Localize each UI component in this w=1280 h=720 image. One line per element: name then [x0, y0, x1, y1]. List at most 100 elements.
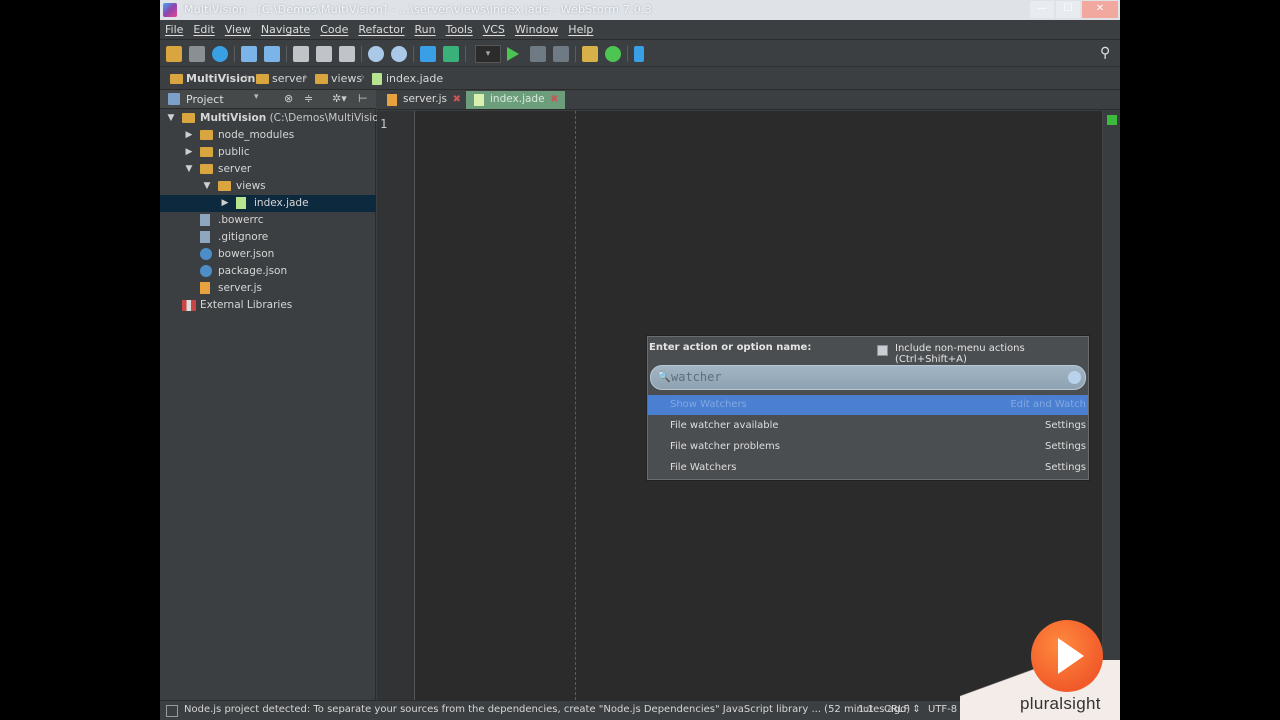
menu-code[interactable]: Code [315, 20, 353, 36]
run-config-dropdown[interactable]: ▾ [475, 45, 501, 63]
tree-item[interactable]: ▼ views [160, 178, 376, 195]
cut-icon[interactable] [293, 46, 309, 62]
copy-icon[interactable] [316, 46, 332, 62]
scroll-from-source-icon[interactable]: ⊗ [284, 92, 293, 105]
collapsed-arrow-icon[interactable]: ▶ [184, 144, 194, 160]
menu-tools[interactable]: Tools [441, 20, 478, 36]
caret-position[interactable]: 1:1 [858, 704, 874, 715]
breadcrumb-views[interactable]: views [315, 72, 362, 87]
menu-edit[interactable]: Edit [188, 20, 219, 36]
menu-window[interactable]: Window [510, 20, 563, 36]
tab-index-jade[interactable]: index.jade ✖ [466, 91, 565, 109]
menu-view[interactable]: View [220, 20, 256, 36]
open-folder-icon[interactable] [166, 46, 182, 62]
close-button[interactable]: ✕ [1082, 1, 1118, 18]
tab-server-js[interactable]: server.js ✖ [379, 91, 467, 109]
tree-item[interactable]: ▶ node_modules [160, 127, 376, 144]
settings-icon[interactable] [582, 46, 598, 62]
tree-item[interactable]: server.js [160, 280, 376, 297]
breadcrumb-project[interactable]: MultiVision [170, 72, 255, 87]
tree-item[interactable]: ▶ public [160, 144, 376, 161]
error-stripe[interactable] [1102, 111, 1120, 700]
plugin-icon[interactable] [605, 46, 621, 62]
result-item[interactable]: File watcher problems Settings [648, 437, 1088, 457]
synchronize-icon[interactable] [212, 46, 228, 62]
back-icon[interactable] [420, 46, 436, 62]
expanded-arrow-icon[interactable]: ▼ [166, 110, 176, 126]
breadcrumb-separator: › [303, 70, 309, 85]
tree-item[interactable]: ▼ server [160, 161, 376, 178]
close-tab-icon[interactable]: ✖ [453, 91, 461, 108]
menu-navigate[interactable]: Navigate [256, 20, 315, 36]
minimize-button[interactable]: — [1030, 1, 1054, 18]
code-editor[interactable]: 1 Enter action or option name: Include n… [377, 111, 1120, 700]
close-tab-icon[interactable]: ✖ [550, 91, 558, 108]
maximize-button[interactable]: ☐ [1056, 1, 1080, 18]
save-icon[interactable] [189, 46, 205, 62]
find-icon[interactable] [368, 46, 384, 62]
hide-panel-icon[interactable]: ⊢ [358, 92, 368, 105]
tree-item[interactable]: package.json [160, 263, 376, 280]
redo-icon[interactable] [264, 46, 280, 62]
paste-icon[interactable] [339, 46, 355, 62]
tree-item-label: public [218, 146, 250, 158]
file-encoding[interactable]: UTF-8 [928, 704, 957, 715]
gear-icon[interactable]: ✲▾ [332, 92, 347, 105]
menu-file[interactable]: File [160, 20, 188, 36]
result-name: File watcher problems [670, 441, 781, 452]
project-panel-header: Project ▾ ⊗ ≑ ✲▾ ⊢ [160, 90, 376, 109]
collapse-all-icon[interactable]: ≑ [304, 92, 313, 105]
run-icon[interactable] [507, 47, 519, 61]
menu-help[interactable]: Help [563, 20, 598, 36]
tree-item[interactable]: ▼ MultiVision (C:\Demos\MultiVision) [160, 110, 390, 127]
collapsed-arrow-icon[interactable]: ▶ [220, 195, 230, 211]
include-non-menu-label[interactable]: Include non-menu actions (Ctrl+Shift+A) [895, 343, 1088, 365]
include-non-menu-checkbox[interactable] [877, 345, 888, 356]
tree-item[interactable]: External Libraries [160, 297, 376, 314]
config-file-icon [200, 231, 210, 243]
breadcrumb-separator: › [360, 70, 366, 85]
action-search-input[interactable]: watcher [671, 370, 722, 384]
project-view-selector[interactable]: Project [186, 93, 224, 106]
expanded-arrow-icon[interactable]: ▼ [202, 178, 212, 194]
pluralsight-logo-icon [1031, 620, 1103, 692]
clear-search-icon[interactable] [1068, 371, 1081, 384]
breadcrumb-server[interactable]: server [256, 72, 307, 87]
forward-icon[interactable] [443, 46, 459, 62]
line-gutter: 1 [377, 111, 415, 700]
folder-icon [218, 181, 231, 191]
chevron-down-icon[interactable]: ▾ [254, 92, 259, 102]
result-item[interactable]: Show Watchers Edit and Watch [648, 395, 1088, 415]
tree-item[interactable]: bower.json [160, 246, 376, 263]
breadcrumb-file[interactable]: index.jade [370, 72, 443, 87]
folder-icon [256, 74, 269, 84]
tree-item[interactable]: .gitignore [160, 229, 376, 246]
result-item[interactable]: File watcher available Settings [648, 416, 1088, 436]
status-message[interactable]: Node.js project detected: To separate yo… [184, 704, 910, 715]
menu-run[interactable]: Run [410, 20, 441, 36]
undo-icon[interactable] [241, 46, 257, 62]
expanded-arrow-icon[interactable]: ▼ [184, 161, 194, 177]
config-file-icon [200, 214, 210, 226]
menu-vcs[interactable]: VCS [478, 20, 510, 36]
tree-item-label: MultiVision (C:\Demos\MultiVision) [200, 112, 390, 124]
search-everywhere-icon[interactable]: ⚲ [1100, 45, 1110, 61]
tree-item[interactable]: .bowerrc [160, 212, 376, 229]
help-icon[interactable] [634, 46, 644, 62]
breadcrumb-separator: › [244, 70, 250, 85]
action-search-field[interactable]: 🔍 watcher [650, 365, 1086, 390]
result-item[interactable]: File Watchers Settings [648, 458, 1088, 478]
jade-file-icon [236, 197, 246, 209]
debug-icon[interactable] [530, 46, 546, 62]
menu-refactor[interactable]: Refactor [353, 20, 409, 36]
collapsed-arrow-icon[interactable]: ▶ [184, 127, 194, 143]
main-toolbar: ▾ ⚲ [160, 41, 1120, 67]
tree-item[interactable]: ▶ index.jade [160, 195, 376, 212]
tree-item-label: External Libraries [200, 299, 293, 311]
line-separator[interactable]: CRLF ⇕ [884, 704, 921, 715]
coverage-icon[interactable] [553, 46, 569, 62]
tree-item-label: views [236, 180, 266, 192]
window-title: MultiVision - [C:\Demos\MultiVision] - .… [184, 3, 652, 16]
replace-icon[interactable] [391, 46, 407, 62]
toggle-tool-windows-icon[interactable] [166, 705, 178, 717]
